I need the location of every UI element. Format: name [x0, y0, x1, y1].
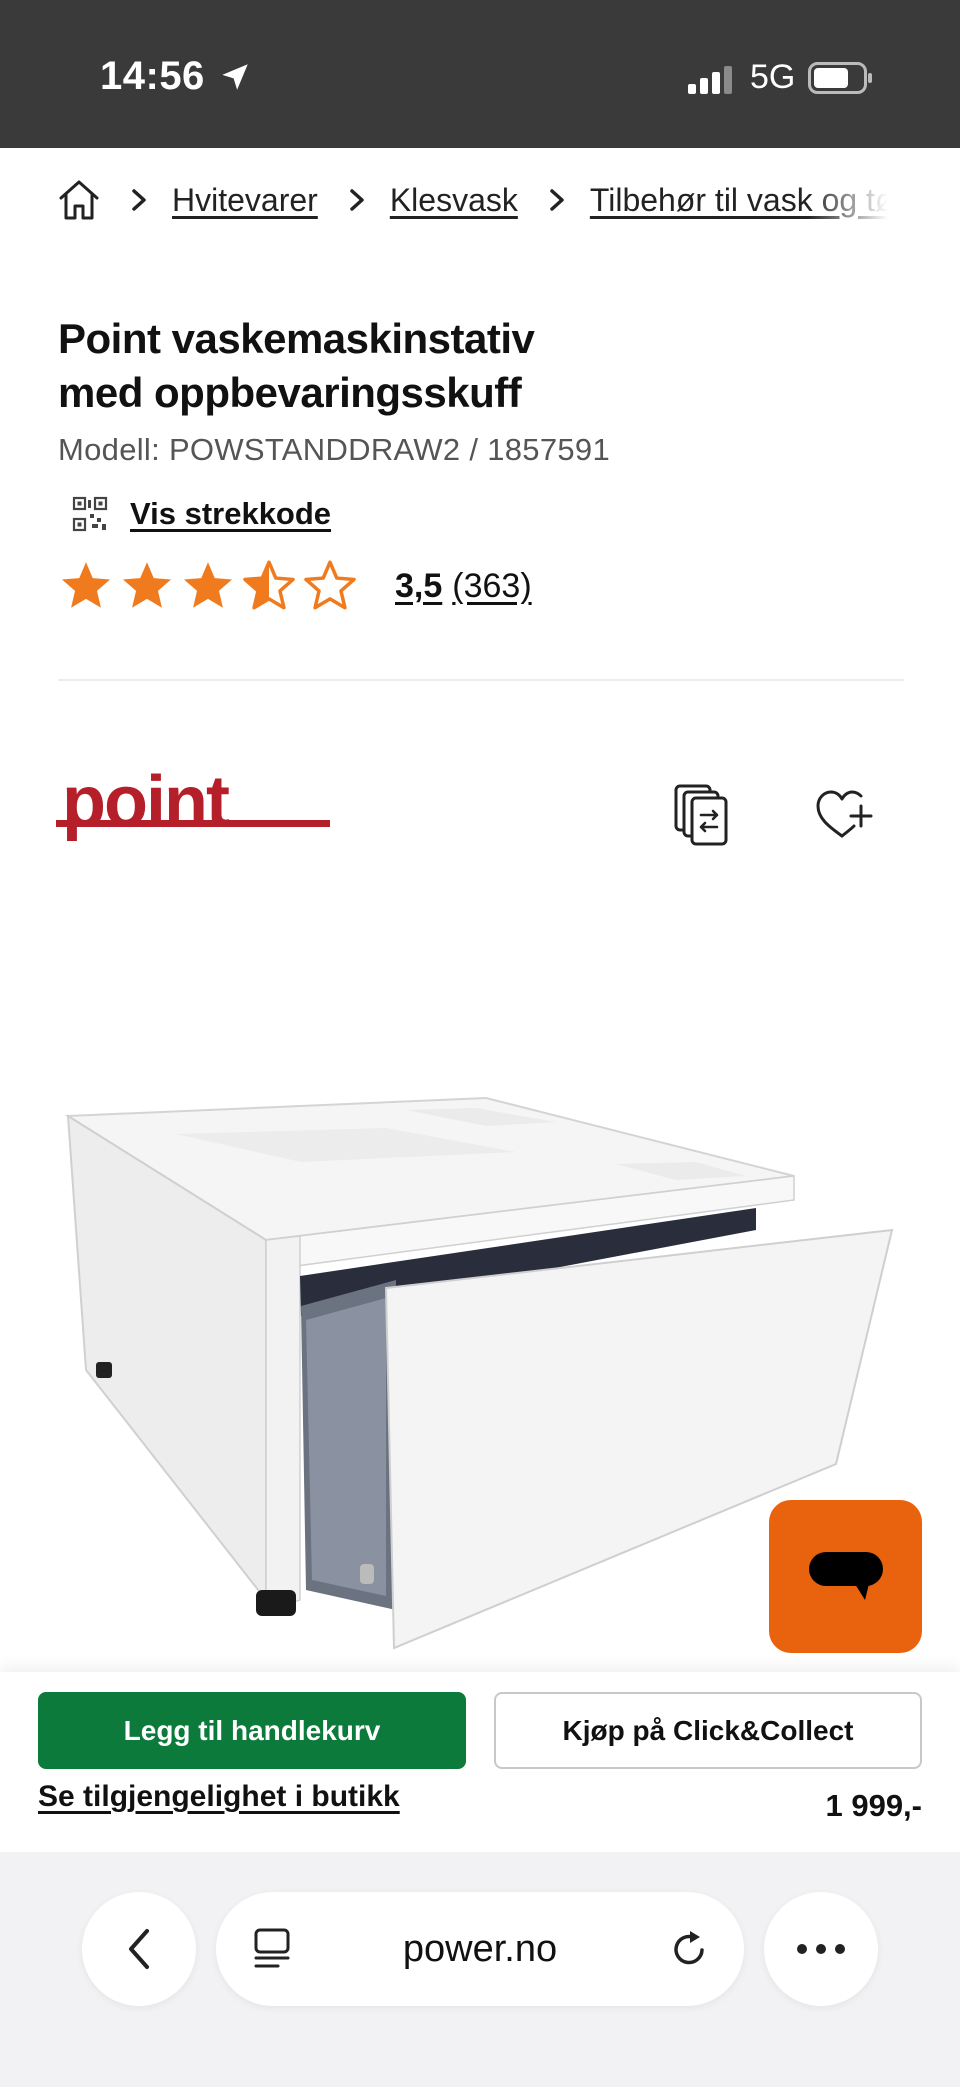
chat-button[interactable]	[769, 1500, 922, 1653]
signal-bars-icon	[688, 66, 732, 94]
product-model: Modell: POWSTANDDRAW2 / 1857591	[58, 432, 610, 467]
star-half-icon	[243, 560, 295, 610]
status-bar: 14:56 5G	[0, 0, 960, 148]
back-chevron-icon	[129, 1929, 149, 1969]
store-availability-link[interactable]: Se tilgjengelighet i butikk	[38, 1780, 400, 1814]
show-barcode-button[interactable]: Vis strekkode	[72, 496, 331, 532]
product-title-line2: med oppbevaringsskuff	[58, 369, 522, 416]
purchase-bar: Legg til handlekurv Kjøp på Click&Collec…	[0, 1672, 960, 1852]
star-full-icon	[61, 562, 111, 608]
rating-stars	[58, 558, 363, 614]
click-collect-button[interactable]: Kjøp på Click&Collect	[494, 1692, 922, 1769]
reload-icon[interactable]	[668, 1928, 710, 1970]
battery-icon	[808, 62, 872, 94]
tabs-icon[interactable]	[252, 1928, 292, 1970]
brand-logo-text: point	[62, 770, 230, 842]
qr-code-icon	[72, 496, 108, 532]
section-divider	[58, 679, 904, 681]
product-title: Point vaskemaskinstativ med oppbevarings…	[58, 312, 778, 420]
browser-toolbar: power.no	[0, 1852, 960, 2087]
rating-score[interactable]: 3,5	[395, 567, 442, 606]
breadcrumb: Hvitevarer Klesvask Tilbehør til vask og…	[58, 172, 888, 228]
review-count[interactable]: (363)	[452, 567, 531, 606]
address-bar-url[interactable]: power.no	[216, 1892, 744, 2006]
star-full-icon	[183, 562, 233, 608]
breadcrumb-fade	[808, 172, 888, 228]
product-price: 1 999,-	[825, 1788, 922, 1823]
location-arrow-icon	[222, 64, 248, 90]
breadcrumb-link-klesvask[interactable]: Klesvask	[390, 182, 518, 219]
star-empty-icon	[304, 560, 356, 610]
status-time: 14:56	[100, 54, 205, 98]
network-type: 5G	[750, 58, 796, 96]
chevron-right-icon	[350, 189, 364, 211]
product-title-line1: Point vaskemaskinstativ	[58, 315, 535, 362]
more-button[interactable]	[764, 1892, 878, 2006]
heart-plus-icon[interactable]	[814, 786, 874, 842]
home-icon[interactable]	[58, 178, 100, 222]
address-bar[interactable]: power.no	[216, 1892, 744, 2006]
breadcrumb-link-hvitevarer[interactable]: Hvitevarer	[172, 182, 318, 219]
chevron-right-icon	[550, 189, 564, 211]
more-dots-icon	[797, 1944, 845, 1954]
rating-summary[interactable]: 3,5 (363)	[58, 558, 532, 614]
show-barcode-label[interactable]: Vis strekkode	[130, 496, 331, 532]
back-button[interactable]	[82, 1892, 196, 2006]
star-full-icon	[122, 562, 172, 608]
compare-icon[interactable]	[672, 782, 732, 848]
add-to-cart-button[interactable]: Legg til handlekurv	[38, 1692, 466, 1769]
chat-bubble-icon	[808, 1551, 883, 1600]
chevron-right-icon	[132, 189, 146, 211]
brand-logo: point	[56, 770, 330, 842]
